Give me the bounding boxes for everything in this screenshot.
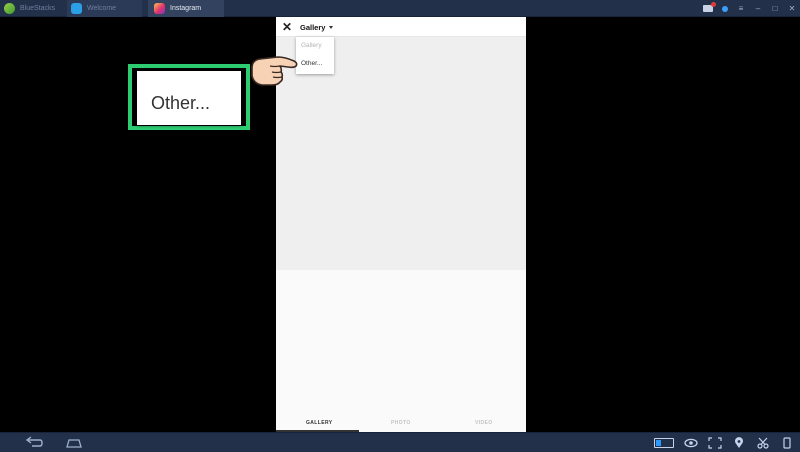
android-screen: ✕ Gallery Gallery Other... GALLERY PHOTO…	[276, 17, 526, 432]
dropdown-item-gallery[interactable]: Gallery	[301, 42, 322, 49]
account-icon[interactable]	[722, 5, 728, 12]
location-icon[interactable]	[732, 437, 746, 449]
rotate-device-icon[interactable]	[780, 437, 794, 449]
tab-bluestacks[interactable]: BlueStacks	[4, 0, 62, 17]
home-icon[interactable]	[64, 436, 84, 450]
tab-label: Instagram	[170, 5, 202, 12]
callout-label: Other...	[151, 93, 211, 113]
window-controls: ≡ – □ ✕	[703, 0, 796, 17]
tab-label: Welcome	[87, 5, 117, 12]
caret-down-icon	[329, 25, 334, 29]
close-icon[interactable]: ✕	[281, 20, 293, 34]
bottom-tabs: GALLERY PHOTO VIDEO	[276, 416, 526, 432]
callout-menu-item: Other...	[137, 71, 241, 125]
maximize-icon[interactable]: □	[771, 4, 779, 13]
title-bar: BlueStacks Welcome Instagram ≡ – □ ✕	[0, 0, 800, 17]
settings-icon[interactable]: ≡	[737, 4, 745, 13]
dropdown-item-other[interactable]: Other...	[301, 60, 322, 67]
pointing-hand-icon	[251, 56, 298, 86]
tab-welcome[interactable]: Welcome	[67, 0, 142, 17]
instagram-icon	[154, 3, 165, 14]
scissors-icon[interactable]	[756, 437, 770, 449]
back-icon[interactable]	[24, 436, 44, 450]
zoom-callout: Other...	[128, 64, 250, 130]
tab-photo[interactable]: PHOTO	[391, 420, 411, 426]
navigation-bar	[0, 432, 800, 452]
tab-video[interactable]: VIDEO	[475, 420, 493, 426]
source-selector[interactable]: Gallery	[300, 21, 334, 33]
source-selector-label: Gallery	[300, 22, 326, 32]
tab-gallery[interactable]: GALLERY	[306, 420, 333, 426]
tab-instagram[interactable]: Instagram	[148, 0, 224, 17]
source-dropdown-menu: Gallery Other...	[296, 37, 334, 74]
gallery-header: ✕ Gallery	[276, 17, 526, 37]
keyboard-icon[interactable]	[654, 438, 674, 448]
app-icon	[71, 3, 82, 14]
fullscreen-icon[interactable]	[708, 437, 722, 449]
eye-icon[interactable]	[684, 437, 698, 449]
bluestacks-window: BlueStacks Welcome Instagram ≡ – □ ✕ ✕ G…	[0, 0, 800, 452]
bottom-tools	[654, 435, 794, 451]
notification-icon[interactable]	[703, 2, 716, 12]
bluestacks-logo-icon	[4, 3, 15, 14]
close-icon[interactable]: ✕	[788, 4, 796, 13]
tab-label: BlueStacks	[20, 5, 56, 12]
minimize-icon[interactable]: –	[754, 4, 762, 13]
